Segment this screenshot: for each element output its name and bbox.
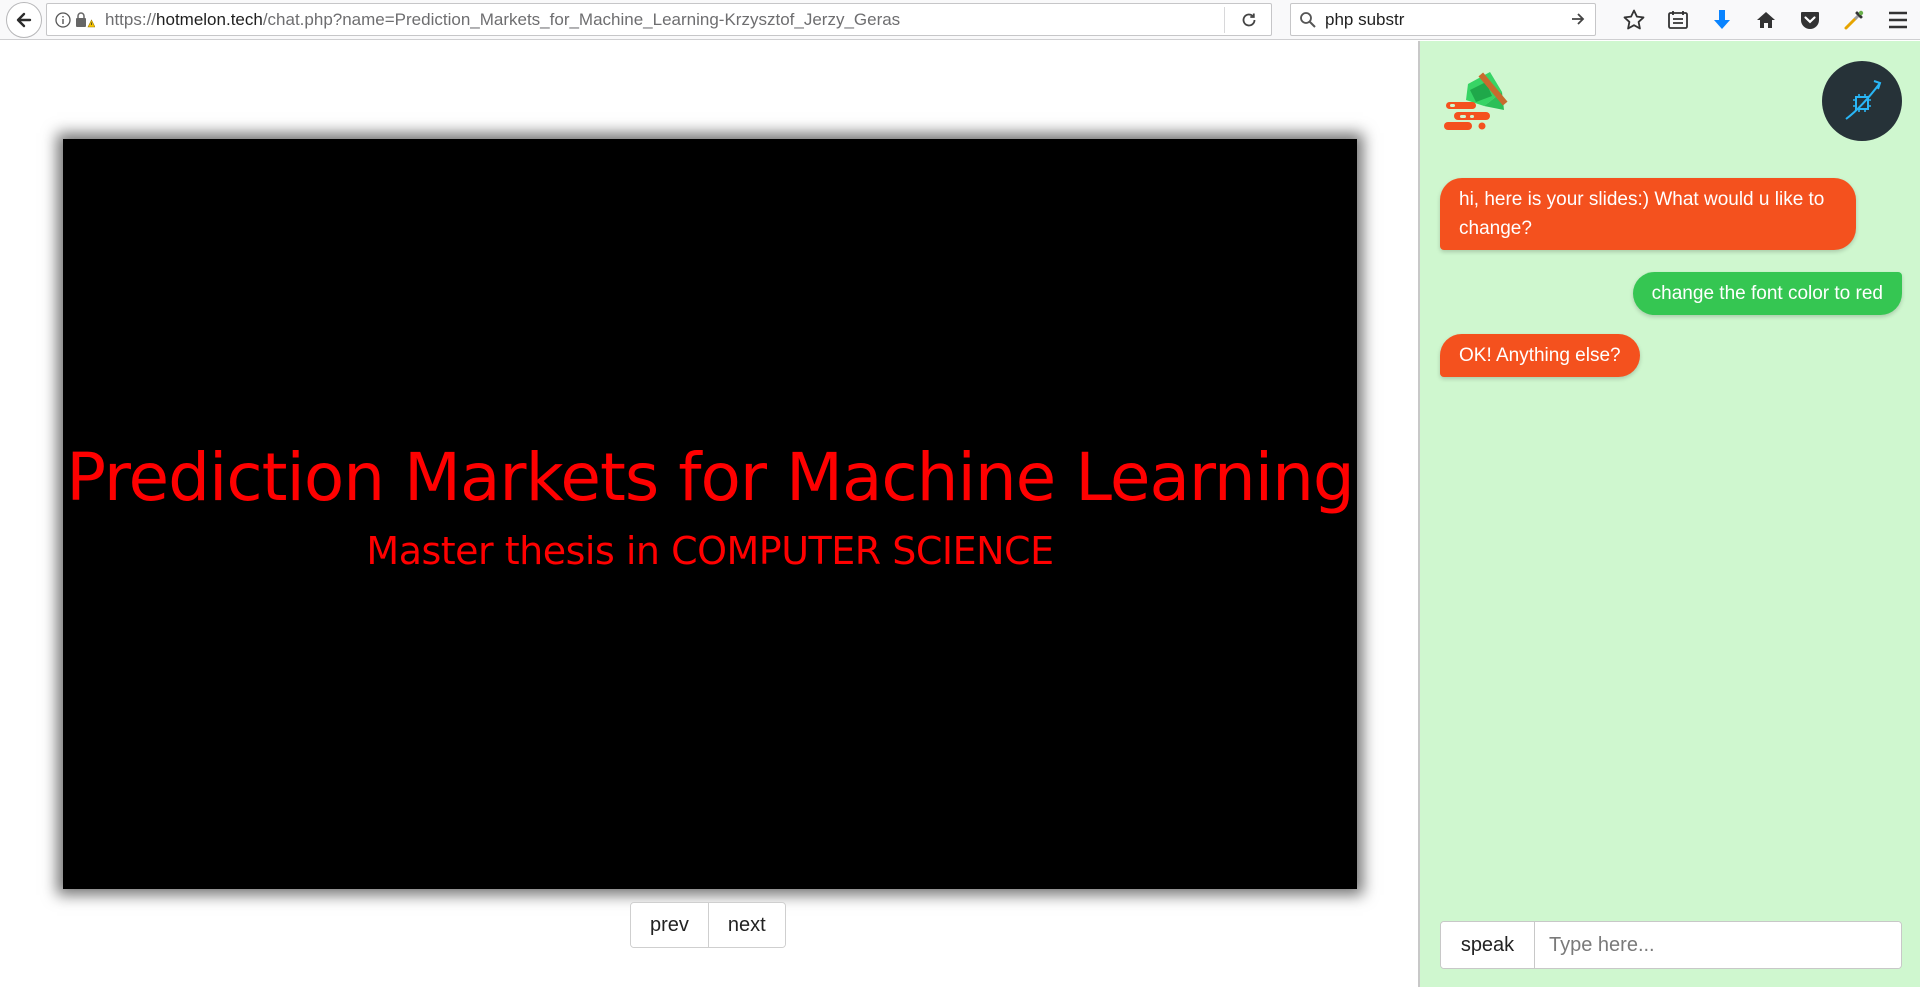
slide-pager: prev next [630, 902, 786, 948]
search-bar[interactable]: php substr [1290, 3, 1596, 36]
chat-message-bot: OK! Anything else? [1440, 334, 1640, 377]
chat-input[interactable] [1535, 922, 1901, 968]
url-divider [1224, 7, 1225, 33]
pocket-icon [1801, 12, 1819, 29]
home-button[interactable] [1744, 5, 1788, 35]
eyedropper-button[interactable] [1832, 5, 1876, 35]
next-button[interactable]: next [707, 903, 785, 947]
chat-message-bot: hi, here is your slides:) What would u l… [1440, 178, 1856, 250]
bookmark-star-icon [1623, 9, 1645, 30]
toolbar-icons [1612, 5, 1920, 35]
slide: Prediction Markets for Machine Learning … [63, 139, 1357, 889]
url-path: /chat.php?name=Prediction_Markets_for_Ma… [262, 9, 901, 29]
bookmark-button[interactable] [1612, 5, 1656, 35]
url-text[interactable]: https://hotmelon.tech/chat.php?name=Pred… [105, 10, 900, 30]
eyedropper-icon [1844, 10, 1864, 30]
chat-composer: speak [1440, 921, 1902, 969]
url-host: hotmelon.tech [156, 9, 263, 29]
chat-message-user: change the font color to red [1632, 272, 1902, 315]
bot-avatar [1822, 61, 1902, 141]
insecure-lock-icon [76, 11, 95, 27]
reload-button[interactable] [1237, 9, 1261, 31]
info-icon [55, 11, 71, 28]
slide-area: Prediction Markets for Machine Learning … [0, 41, 1418, 987]
search-go-button[interactable] [1569, 9, 1587, 34]
browser-toolbar: https://hotmelon.tech/chat.php?name=Pred… [0, 0, 1920, 40]
prev-button[interactable]: prev [631, 903, 708, 947]
search-icon [1300, 11, 1316, 28]
melon-logo [1444, 72, 1508, 130]
reading-list-icon [1668, 11, 1688, 29]
slide-subtitle: Master thesis in COMPUTER SCIENCE [366, 529, 1054, 573]
reading-list-button[interactable] [1656, 5, 1700, 35]
robot-avatar-icon [1845, 80, 1882, 120]
go-arrow-icon [1572, 13, 1585, 25]
menu-button[interactable] [1876, 5, 1920, 35]
reload-icon [1242, 13, 1256, 27]
url-prefix: https:// [105, 9, 157, 29]
site-info[interactable] [55, 11, 95, 28]
download-button[interactable] [1700, 5, 1744, 35]
speak-button[interactable]: speak [1441, 922, 1535, 968]
home-icon [1757, 12, 1775, 28]
download-icon [1714, 10, 1730, 29]
search-query: php substr [1325, 9, 1405, 29]
chat-panel: hi, here is your slides:) What would u l… [1418, 41, 1920, 987]
menu-icon [1889, 11, 1907, 29]
url-bar[interactable]: https://hotmelon.tech/chat.php?name=Pred… [46, 3, 1272, 36]
slide-title: Prediction Markets for Machine Learning [66, 439, 1355, 516]
back-arrow-icon [16, 12, 32, 28]
back-button[interactable] [6, 2, 42, 38]
pocket-button[interactable] [1788, 5, 1832, 35]
